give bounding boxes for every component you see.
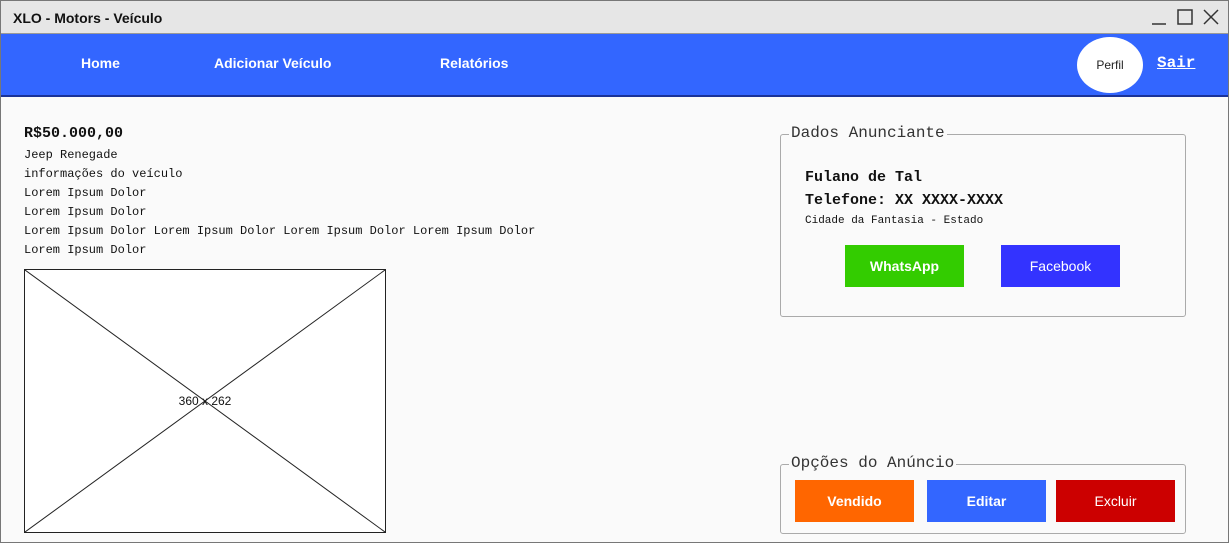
facebook-button[interactable]: Facebook: [1001, 245, 1120, 287]
whatsapp-button[interactable]: WhatsApp: [845, 245, 964, 287]
sold-button[interactable]: Vendido: [795, 480, 914, 522]
minimize-icon[interactable]: [1149, 7, 1169, 27]
vehicle-info-line: Lorem Ipsum Dolor: [24, 205, 147, 219]
profile-label: Perfil: [1096, 58, 1124, 72]
app-window: XLO - Motors - Veículo Home Adicionar Ve…: [0, 0, 1229, 543]
vehicle-info-line: Lorem Ipsum Dolor: [24, 186, 147, 200]
ad-options-panel: Opções do Anúncio Vendido Editar Excluir: [780, 454, 1186, 534]
profile-button[interactable]: Perfil: [1077, 37, 1143, 93]
window-title: XLO - Motors - Veículo: [13, 10, 163, 26]
maximize-icon[interactable]: [1175, 7, 1195, 27]
vehicle-name: Jeep Renegade: [24, 148, 118, 162]
top-navbar: Home Adicionar Veículo Relatórios Perfil…: [1, 34, 1228, 97]
vehicle-info-line: informações do veículo: [24, 167, 183, 181]
vehicle-info-line: Lorem Ipsum Dolor: [24, 243, 147, 257]
ad-options-legend: Opções do Anúncio: [789, 454, 957, 472]
vehicle-price: R$50.000,00: [24, 125, 124, 142]
delete-button[interactable]: Excluir: [1056, 480, 1175, 522]
nav-reports[interactable]: Relatórios: [440, 55, 508, 71]
image-size-label: 360 x 262: [178, 394, 232, 408]
close-icon[interactable]: [1201, 7, 1221, 27]
nav-home[interactable]: Home: [81, 55, 120, 71]
vehicle-image-placeholder: 360 x 262: [24, 269, 386, 533]
nav-add-vehicle[interactable]: Adicionar Veículo: [214, 55, 331, 71]
advertiser-name: Fulano de Tal: [805, 169, 923, 186]
logout-link[interactable]: Sair: [1157, 54, 1195, 72]
vehicle-info-line: Lorem Ipsum Dolor Lorem Ipsum Dolor Lore…: [24, 224, 536, 238]
advertiser-panel: Dados Anunciante Fulano de Tal Telefone:…: [780, 124, 1186, 317]
title-bar: XLO - Motors - Veículo: [1, 1, 1228, 34]
advertiser-phone: Telefone: XX XXXX-XXXX: [805, 192, 1004, 209]
edit-button[interactable]: Editar: [927, 480, 1046, 522]
advertiser-location: Cidade da Fantasia - Estado: [805, 215, 984, 227]
advertiser-legend: Dados Anunciante: [789, 124, 947, 142]
